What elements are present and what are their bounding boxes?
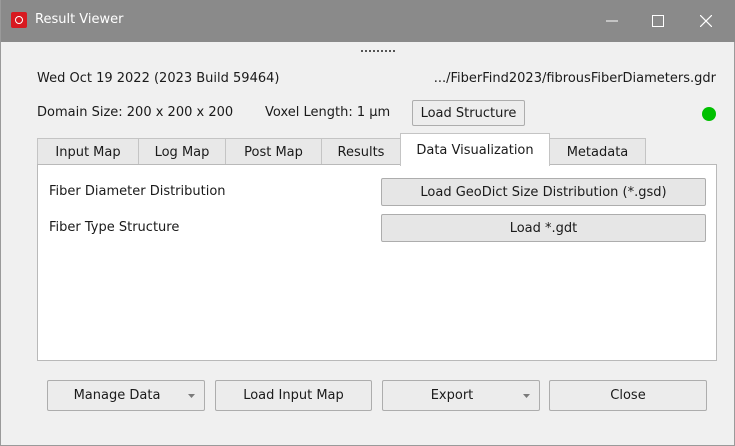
close-window-button[interactable]	[683, 0, 729, 42]
export-dropdown[interactable]: Export	[382, 380, 540, 411]
tab-log-map[interactable]: Log Map	[138, 138, 226, 165]
load-gdt-button[interactable]: Load *.gdt	[381, 214, 706, 242]
tab-metadata[interactable]: Metadata	[549, 138, 646, 165]
file-path-label: .../FiberFind2023/fibrousFiberDiameters.…	[433, 71, 716, 86]
chevron-down-icon	[188, 394, 195, 398]
minimize-button[interactable]	[589, 0, 635, 42]
tab-post-map[interactable]: Post Map	[225, 138, 322, 165]
voxel-length-label: Voxel Length: 1 µm	[265, 105, 391, 120]
load-input-map-label: Load Input Map	[243, 388, 344, 403]
tab-data-visualization[interactable]: Data Visualization	[400, 133, 550, 166]
close-icon	[700, 15, 712, 27]
maximize-icon	[652, 15, 664, 27]
chevron-down-icon	[523, 394, 530, 398]
tab-input-map[interactable]: Input Map	[37, 138, 139, 165]
tab-results[interactable]: Results	[321, 138, 401, 165]
fiber-diameter-distribution-label: Fiber Diameter Distribution	[49, 184, 226, 199]
status-indicator	[702, 107, 716, 121]
fiber-type-structure-label: Fiber Type Structure	[49, 220, 180, 235]
title-bar[interactable]: Result Viewer	[1, 0, 735, 42]
export-label: Export	[430, 388, 474, 403]
load-input-map-button[interactable]: Load Input Map	[215, 380, 372, 411]
window-title: Result Viewer	[35, 12, 124, 27]
manage-data-dropdown[interactable]: Manage Data	[47, 380, 205, 411]
close-label: Close	[610, 388, 646, 403]
close-button[interactable]: Close	[549, 380, 707, 411]
maximize-button[interactable]	[635, 0, 681, 42]
build-date-label: Wed Oct 19 2022 (2023 Build 59464)	[37, 71, 280, 86]
minimize-icon	[606, 20, 618, 22]
domain-size-label: Domain Size: 200 x 200 x 200	[37, 105, 234, 120]
result-viewer-window: Result Viewer Wed Oct 19 2022 (2023 Buil…	[0, 0, 735, 446]
app-logo-icon	[11, 12, 27, 28]
splitter-handle[interactable]	[359, 48, 399, 54]
load-gsd-button[interactable]: Load GeoDict Size Distribution (*.gsd)	[381, 178, 706, 206]
load-structure-button[interactable]: Load Structure	[412, 100, 525, 126]
manage-data-label: Manage Data	[73, 388, 161, 403]
